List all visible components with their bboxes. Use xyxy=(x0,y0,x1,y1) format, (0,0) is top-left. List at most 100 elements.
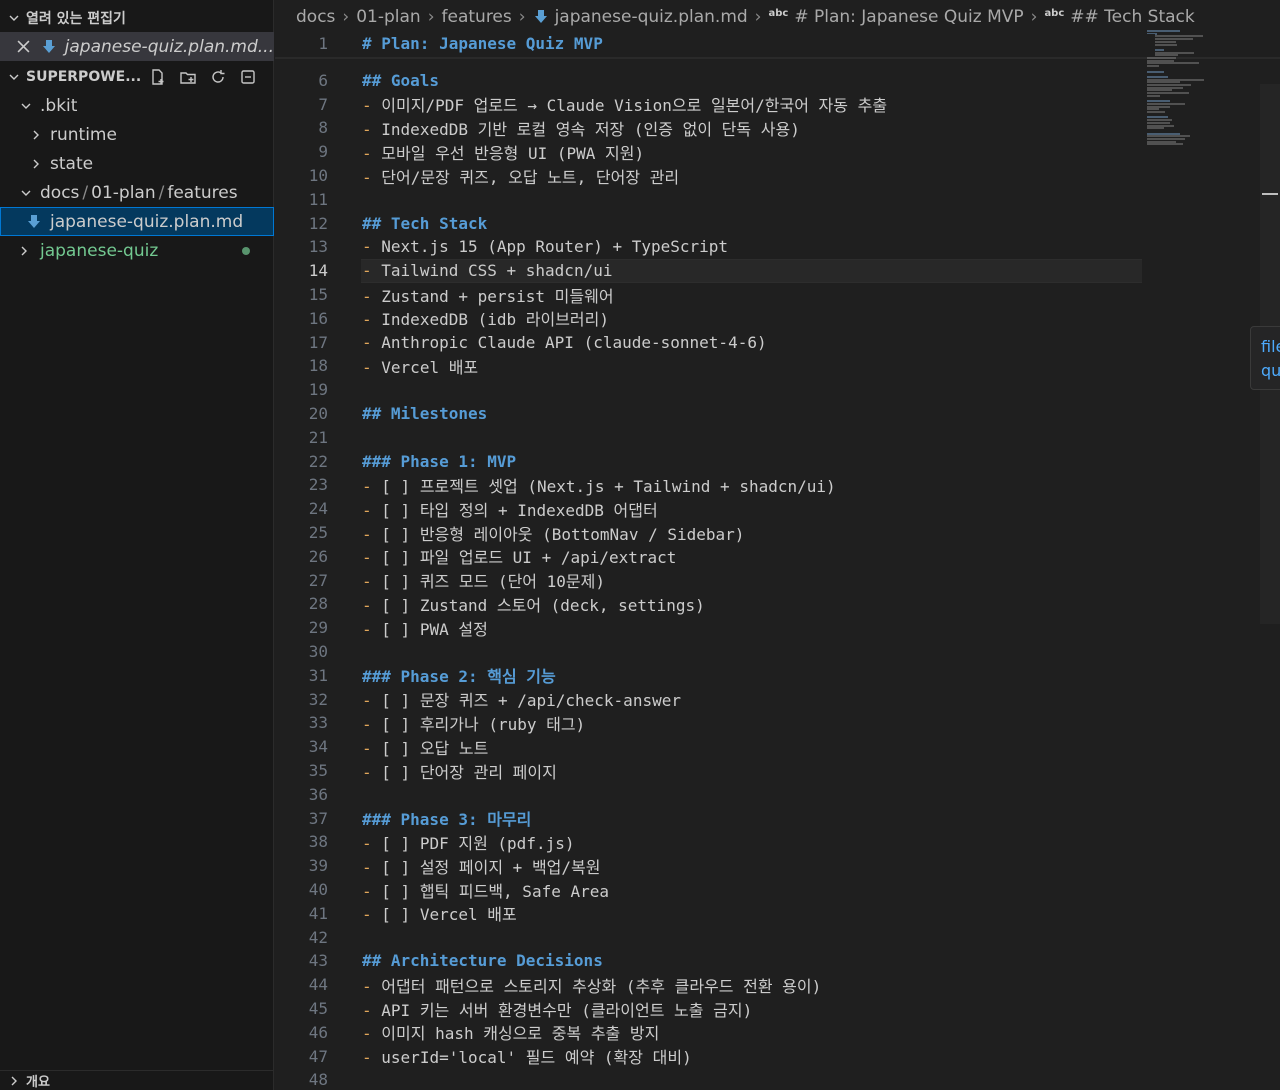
code-line[interactable]: 40 - [ ] 햅틱 피드백, Safe Area xyxy=(275,878,1155,902)
code-line[interactable]: 48 xyxy=(275,1068,1155,1090)
breadcrumb-item[interactable]: japanese-quiz.plan.md xyxy=(555,7,748,27)
code-line[interactable]: 32 - [ ] 문장 퀴즈 + /api/check-answer xyxy=(275,687,1155,711)
code-line[interactable]: 46 - 이미지 hash 캐싱으로 중복 추출 방지 xyxy=(275,1021,1155,1045)
line-number: 27 xyxy=(308,570,328,590)
code-line[interactable]: 24 - [ ] 타입 정의 + IndexedDB 어댑터 xyxy=(275,497,1155,521)
code-line[interactable]: 41 - [ ] Vercel 배포 xyxy=(275,902,1155,926)
markdown-heading: ## Milestones xyxy=(362,404,488,424)
code-line[interactable]: 8 - IndexedDB 기반 로컬 영속 저장 (인증 없이 단독 사용) xyxy=(275,116,1155,140)
code-line[interactable]: 34 - [ ] 오답 노트 xyxy=(275,735,1155,759)
breadcrumb-item[interactable]: 01-plan xyxy=(356,7,420,27)
tree-path-features[interactable]: features xyxy=(167,183,237,203)
code-line[interactable]: 9 - 모바일 우선 반응형 UI (PWA 지원) xyxy=(275,140,1155,164)
line-number: 47 xyxy=(308,1046,328,1066)
list-marker: - xyxy=(362,857,372,877)
line-content: - Zustand + persist 미들웨어 xyxy=(362,283,614,307)
code-line[interactable]: 22 ### Phase 1: MVP xyxy=(275,449,1155,473)
collapse-all-icon[interactable] xyxy=(238,67,258,87)
code-line[interactable]: 11 xyxy=(275,188,1155,212)
line-content: - [ ] 햅틱 피드백, Safe Area xyxy=(362,878,609,902)
breadcrumb-item[interactable]: features xyxy=(442,7,512,27)
tree-folder-bkit[interactable]: .bkit xyxy=(0,91,274,120)
close-icon[interactable] xyxy=(16,40,31,53)
list-marker: - xyxy=(362,286,372,306)
code-line[interactable]: 18 - Vercel 배포 xyxy=(275,354,1155,378)
list-item-text: [ ] Zustand 스토어 (deck, settings) xyxy=(381,595,705,615)
code-line[interactable]: 33 - [ ] 후리가나 (ruby 태그) xyxy=(275,711,1155,735)
code-line[interactable]: 44 - 어댑터 패턴으로 스토리지 추상화 (추후 클라우드 전환 용이) xyxy=(275,973,1155,997)
line-content: - [ ] 파일 업로드 UI + /api/extract xyxy=(362,544,676,568)
refresh-icon[interactable] xyxy=(208,67,228,87)
code-editor[interactable]: 1 # Plan: Japanese Quiz MVP 6 ## Goals 7 - … xyxy=(275,34,1280,1090)
new-file-icon[interactable] xyxy=(148,67,168,87)
code-line[interactable]: 7 - 이미지/PDF 업로드 → Claude Vision으로 일본어/한국어… xyxy=(275,92,1155,116)
line-number: 29 xyxy=(308,618,328,638)
code-line[interactable]: 42 xyxy=(275,925,1155,949)
breadcrumb-symbol[interactable]: # Plan: Japanese Quiz MVP xyxy=(794,7,1023,27)
breadcrumb-item[interactable]: docs xyxy=(296,7,335,27)
tree-folder-state[interactable]: state xyxy=(0,149,274,178)
list-item-text: [ ] PDF 지원 (pdf.js) xyxy=(381,833,575,853)
code-line[interactable]: 14 - Tailwind CSS + shadcn/ui xyxy=(275,259,1155,283)
sticky-scroll-line[interactable]: 1 # Plan: Japanese Quiz MVP xyxy=(275,34,1155,56)
code-line[interactable]: 21 xyxy=(275,426,1155,450)
code-line[interactable]: 17 - Anthropic Claude API (claude-sonnet-… xyxy=(275,330,1155,354)
code-line[interactable]: 36 xyxy=(275,783,1155,807)
code-line[interactable]: 47 - userId='local' 필드 예약 (확장 대비) xyxy=(275,1044,1155,1068)
code-line[interactable]: 28 - [ ] Zustand 스토어 (deck, settings) xyxy=(275,592,1155,616)
tree-folder-japanese-quiz[interactable]: japanese-quiz xyxy=(0,236,274,265)
breadcrumb-symbol[interactable]: ## Tech Stack xyxy=(1070,7,1194,27)
code-line[interactable]: 39 - [ ] 설정 페이지 + 백업/복원 xyxy=(275,854,1155,878)
code-line[interactable]: 27 - [ ] 퀴즈 모드 (단어 10문제) xyxy=(275,568,1155,592)
code-line[interactable]: 43 ## Architecture Decisions xyxy=(275,949,1155,973)
line-number: 36 xyxy=(308,784,328,804)
outline-title: 개요 xyxy=(26,1075,50,1090)
chevron-right-icon xyxy=(6,1075,22,1087)
code-line[interactable]: 19 xyxy=(275,378,1155,402)
explorer-sidebar: 열려 있는 편집기 japanese-quiz.plan.md... SUPER… xyxy=(0,0,274,1090)
code-line[interactable]: 35 - [ ] 단어장 관리 페이지 xyxy=(275,759,1155,783)
list-marker: - xyxy=(362,881,372,901)
minimap-line xyxy=(1147,138,1185,140)
open-editors-header[interactable]: 열려 있는 편집기 xyxy=(0,3,274,32)
line-content: ### Phase 2: 핵심 기능 xyxy=(362,663,556,687)
outline-header[interactable]: 개요 xyxy=(0,1070,274,1090)
code-line[interactable]: 20 ## Milestones xyxy=(275,402,1155,426)
tree-path-01-plan[interactable]: 01-plan xyxy=(91,183,155,203)
code-line[interactable]: 23 - [ ] 프로젝트 셋업 (Next.js + Tailwind + sh… xyxy=(275,473,1155,497)
open-editor-item[interactable]: japanese-quiz.plan.md... xyxy=(0,32,274,61)
tree-folder-runtime[interactable]: runtime xyxy=(0,120,274,149)
code-line[interactable]: 16 - IndexedDB (idb 라이브러리) xyxy=(275,307,1155,331)
tree-folder-docs-path[interactable]: docs / 01-plan / features xyxy=(0,178,274,207)
code-line[interactable]: 29 - [ ] PWA 설정 xyxy=(275,616,1155,640)
line-content: - Anthropic Claude API (claude-sonnet-4-… xyxy=(362,333,767,352)
tree-file-active[interactable]: japanese-quiz.plan.md xyxy=(0,207,274,236)
list-item-text: 이미지 hash 캐싱으로 중복 추출 방지 xyxy=(381,1024,660,1044)
code-line[interactable]: 45 - API 키는 서버 환경변수만 (클라이언트 노출 금지) xyxy=(275,997,1155,1021)
code-line[interactable]: 38 - [ ] PDF 지원 (pdf.js) xyxy=(275,830,1155,854)
code-line[interactable]: 15 - Zustand + persist 미들웨어 xyxy=(275,283,1155,307)
tree-path-docs[interactable]: docs xyxy=(40,183,79,203)
code-line[interactable]: 12 ## Tech Stack xyxy=(275,211,1155,235)
minimap[interactable] xyxy=(1145,30,1240,160)
code-line[interactable]: 6 ## Goals xyxy=(275,69,1155,93)
list-item-text: IndexedDB (idb 라이브러리) xyxy=(381,310,610,330)
code-line[interactable]: 10 - 단어/문장 퀴즈, 오답 노트, 단어장 관리 xyxy=(275,164,1155,188)
minimap-line xyxy=(1147,57,1176,59)
minimap-line xyxy=(1147,84,1192,86)
code-line[interactable]: 30 xyxy=(275,640,1155,664)
workspace-header[interactable]: SUPERPOWE... xyxy=(0,62,274,91)
code-line[interactable]: 31 ### Phase 2: 핵심 기능 xyxy=(275,664,1155,688)
line-number: 10 xyxy=(308,166,328,186)
code-line[interactable]: 13 - Next.js 15 (App Router) + TypeScript xyxy=(275,235,1155,259)
code-line[interactable]: 26 - [ ] 파일 업로드 UI + /api/extract xyxy=(275,545,1155,569)
code-line[interactable]: 37 ### Phase 3: 마무리 xyxy=(275,806,1155,830)
code-line[interactable]: 25 - [ ] 반응형 레이아웃 (BottomNav / Sidebar) xyxy=(275,521,1155,545)
list-marker: - xyxy=(362,714,372,734)
line-number: 24 xyxy=(308,499,328,519)
line-number: 46 xyxy=(308,1022,328,1042)
chevron-down-icon xyxy=(6,71,22,83)
new-folder-icon[interactable] xyxy=(178,67,198,87)
hover-panel[interactable]: file qu xyxy=(1250,326,1280,390)
list-marker: - xyxy=(362,762,372,782)
